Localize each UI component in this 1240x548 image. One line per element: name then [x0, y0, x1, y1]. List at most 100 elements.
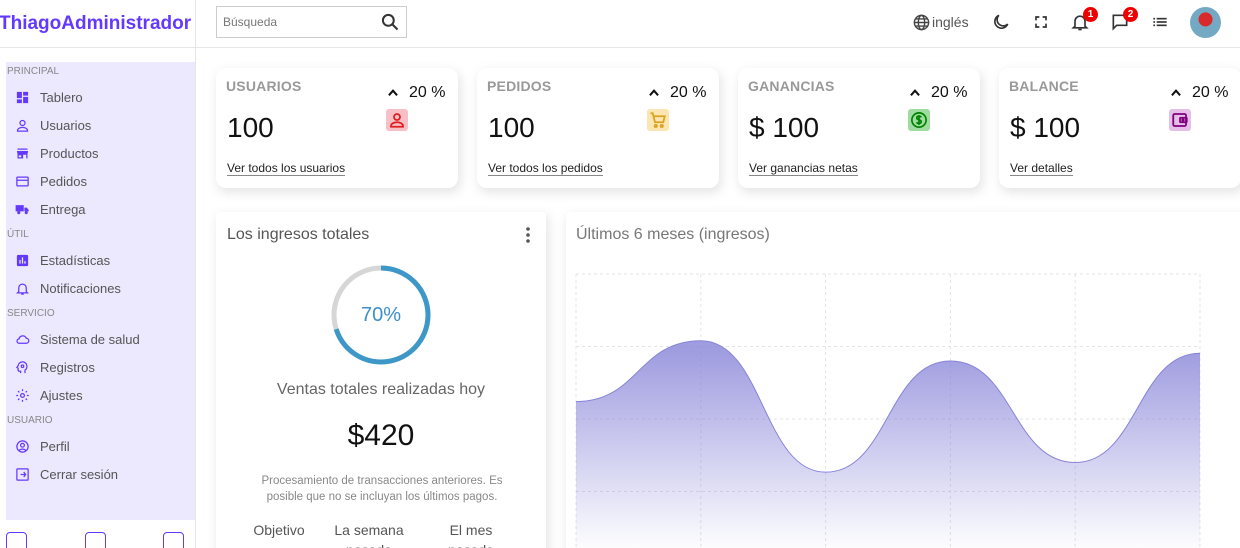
total-revenue-card: Los ingresos totales 70% Ventas totales …: [216, 212, 546, 548]
widget-percentage: 20 %: [386, 84, 445, 102]
account-circle-icon: [14, 438, 30, 454]
user-icon: [390, 113, 404, 128]
sidebar-item-tablero[interactable]: Tablero: [6, 83, 195, 111]
sidebar-item-label: Usuarios: [40, 117, 92, 133]
sidebar-item-label: Estadísticas: [40, 252, 111, 268]
sidebar-item-pedidos[interactable]: Pedidos: [6, 167, 195, 195]
logout-icon: [14, 466, 30, 482]
widget-value: $ 100: [749, 112, 820, 143]
summary-last-month: El mes pasado: [448, 522, 494, 548]
section-title: PRINCIPAL: [7, 66, 60, 77]
sales-description: Procesamiento de transacciones anteriore…: [261, 475, 503, 503]
widget-percentage-value: 20 %: [931, 84, 968, 101]
revenue-chart-card: Últimos 6 meses (ingresos): [566, 212, 1240, 548]
avatar[interactable]: [1190, 7, 1221, 38]
sales-subtitle: Ventas totales realizadas hoy: [276, 381, 486, 398]
truck-icon: [14, 201, 30, 217]
sidebar: PRINCIPAL Tablero Usuarios Productos Ped…: [0, 48, 196, 548]
widget-percentage-value: 20 %: [409, 84, 446, 101]
widget-icon: [908, 109, 930, 131]
logo-area: ThiagoAdministrador: [0, 0, 196, 48]
notifications-badge: 1: [1083, 7, 1098, 22]
search-input[interactable]: [223, 15, 373, 29]
sidebar-item-sistema-de-salud[interactable]: Sistema de salud: [6, 325, 195, 353]
widget-percentage: 20 %: [1169, 84, 1228, 102]
color-option-light[interactable]: [6, 532, 27, 548]
sidebar-item-label: Tablero: [40, 89, 83, 105]
sidebar-item-cerrar-sesion[interactable]: Cerrar sesión: [6, 460, 195, 488]
widget-percentage-value: 20 %: [1192, 84, 1229, 101]
widget-link[interactable]: Ver todos los usuarios: [227, 161, 346, 176]
widget-percentage-value: 20 %: [670, 84, 707, 101]
sidebar-menu: PRINCIPAL Tablero Usuarios Productos Ped…: [6, 62, 195, 520]
chevron-up-icon: [910, 89, 920, 97]
widget-usuarios: USUARIOS 100 Ver todos los usuarios 20 %: [216, 68, 458, 188]
sidebar-item-label: Registros: [40, 359, 95, 375]
notifications-button[interactable]: 1: [1070, 7, 1098, 34]
sidebar-item-label: Ajustes: [40, 387, 83, 403]
globe-icon: [913, 14, 930, 30]
messages-button[interactable]: 2: [1110, 7, 1138, 34]
sidebar-item-usuarios[interactable]: Usuarios: [6, 111, 195, 139]
language-label: inglés: [932, 14, 969, 30]
sidebar-item-label: Entrega: [40, 201, 86, 217]
widget-icon: [386, 109, 408, 131]
sidebar-section-util: ÚTIL Estadísticas Notificaciones: [6, 229, 195, 302]
sidebar-section-principal: PRINCIPAL Tablero Usuarios Productos Ped…: [6, 66, 195, 223]
search-icon[interactable]: [380, 12, 400, 32]
topbar: inglés 1 2: [196, 0, 1240, 48]
dark-mode-toggle[interactable]: [991, 10, 1011, 34]
list-button[interactable]: [1150, 10, 1170, 34]
widget-link[interactable]: Ver todos los pedidos: [488, 161, 603, 176]
color-option-dark[interactable]: [85, 532, 106, 548]
sidebar-item-label: Sistema de salud: [40, 331, 140, 347]
chevron-up-icon: [388, 89, 398, 97]
section-title: SERVICIO: [7, 308, 55, 319]
widget-value: $ 100: [1010, 112, 1081, 143]
credit-card-icon: [14, 173, 30, 189]
area-fill: [576, 340, 1200, 548]
more-vert-icon[interactable]: [524, 226, 532, 244]
widget-value: 100: [227, 112, 274, 143]
widget-icon: [1169, 109, 1191, 131]
sidebar-item-registros[interactable]: Registros: [6, 353, 195, 381]
bar-chart-icon: [14, 252, 30, 268]
fullscreen-button[interactable]: [1031, 10, 1051, 34]
chevron-up-icon: [649, 89, 659, 97]
sidebar-item-label: Notificaciones: [40, 280, 121, 296]
dashboard-icon: [14, 89, 30, 105]
summary-last-week: La semana pasada: [334, 522, 404, 548]
sales-amount: $420: [347, 419, 415, 452]
sidebar-item-entrega[interactable]: Entrega: [6, 195, 195, 223]
sidebar-item-productos[interactable]: Productos: [6, 139, 195, 167]
chevron-up-icon: [1171, 89, 1181, 97]
progress-label: 70%: [360, 303, 402, 326]
widget-percentage: 20 %: [647, 84, 706, 102]
sidebar-item-label: Productos: [40, 145, 99, 161]
app-logo[interactable]: ThiagoAdministrador: [0, 13, 191, 35]
sidebar-item-estadisticas[interactable]: Estadísticas: [6, 246, 195, 274]
sidebar-item-notificaciones[interactable]: Notificaciones: [6, 274, 195, 302]
widget-value: 100: [488, 112, 535, 143]
sidebar-item-label: Cerrar sesión: [40, 466, 119, 482]
color-option-blue[interactable]: [163, 532, 184, 548]
widget-balance: BALANCE $ 100 Ver detalles 20 %: [999, 68, 1240, 188]
store-icon: [14, 145, 30, 161]
bell-icon: [14, 280, 30, 296]
widget-link[interactable]: Ver detalles: [1010, 161, 1073, 176]
moon-icon: [994, 14, 1009, 29]
fullscreen-icon: [1035, 16, 1047, 28]
user-icon: [14, 117, 30, 133]
widget-icon: [647, 109, 669, 131]
widget-ganancias: GANANCIAS $ 100 Ver ganancias netas 20 %: [738, 68, 980, 188]
sidebar-item-perfil[interactable]: Perfil: [6, 432, 195, 460]
wallet-icon: [1172, 113, 1188, 127]
section-title: ÚTIL: [7, 229, 29, 240]
messages-badge: 2: [1123, 7, 1138, 22]
section-title: USUARIO: [7, 415, 53, 426]
language-selector[interactable]: inglés: [912, 10, 969, 34]
sidebar-section-usuario: USUARIO Perfil Cerrar sesión: [6, 415, 195, 488]
sidebar-item-ajustes[interactable]: Ajustes: [6, 381, 195, 409]
area-chart: [575, 273, 1201, 548]
widget-link[interactable]: Ver ganancias netas: [749, 161, 858, 176]
